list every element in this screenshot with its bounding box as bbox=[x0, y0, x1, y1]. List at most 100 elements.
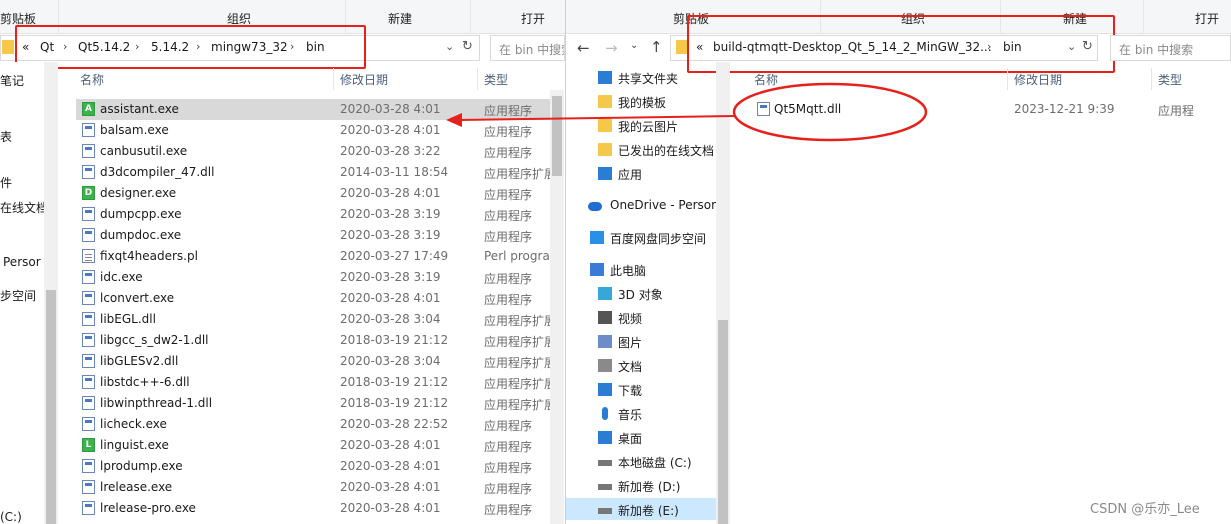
file-row[interactable]: canbusutil.exe 2020-03-28 3:22 应用程序 bbox=[76, 141, 550, 162]
annotation-ellipse bbox=[732, 82, 928, 142]
file-row[interactable]: libwinpthread-1.dll 2018-03-19 21:12 应用程序扩… bbox=[76, 393, 550, 414]
ribbon-divider bbox=[470, 0, 471, 34]
exe-file-icon bbox=[82, 123, 95, 137]
column-header-date[interactable]: 修改日期 bbox=[340, 71, 388, 88]
file-type: 应用程序扩展 bbox=[484, 398, 550, 412]
file-row[interactable]: libGLESv2.dll 2020-03-28 3:04 应用程序扩展 bbox=[76, 351, 550, 372]
nav-item[interactable]: 应用 bbox=[618, 166, 642, 183]
exe-file-icon bbox=[82, 459, 95, 473]
left-ribbon-new[interactable]: 新建 bbox=[388, 10, 412, 27]
nav-item[interactable]: OneDrive - Persor bbox=[610, 198, 716, 212]
nav-item[interactable]: 3D 对象 bbox=[618, 286, 663, 303]
recent-dropdown-icon[interactable]: ⌄ bbox=[630, 40, 638, 51]
forward-arrow-icon[interactable]: → bbox=[605, 39, 618, 57]
file-date: 2020-03-28 3:22 bbox=[340, 144, 441, 158]
scrollbar-thumb[interactable] bbox=[46, 290, 56, 524]
nav-item[interactable]: 新加卷 (D:) bbox=[618, 478, 680, 495]
nav-item[interactable]: 文档 bbox=[618, 358, 642, 375]
cube-icon bbox=[598, 287, 612, 300]
up-arrow-icon[interactable]: ↑ bbox=[650, 38, 663, 56]
nav-item[interactable]: 件 bbox=[0, 174, 12, 191]
file-name: canbusutil.exe bbox=[100, 144, 188, 158]
file-type: 应用程序 bbox=[484, 419, 533, 433]
nav-item[interactable]: 视频 bbox=[618, 310, 642, 327]
file-date: 2014-03-11 18:54 bbox=[340, 165, 449, 179]
nav-item[interactable]: 本地磁盘 (C:) bbox=[618, 454, 692, 471]
exe-file-icon bbox=[82, 270, 95, 284]
file-date: 2020-03-28 3:19 bbox=[340, 207, 441, 221]
nav-item[interactable]: 已发出的在线文档 bbox=[618, 142, 714, 159]
left-search-input[interactable]: 在 bin 中搜索 bbox=[490, 35, 565, 61]
file-name: libEGL.dll bbox=[100, 312, 156, 326]
qt-app-icon: A bbox=[82, 102, 95, 116]
exe-file-icon bbox=[82, 417, 95, 431]
file-row[interactable]: dumpdoc.exe 2020-03-28 3:19 应用程序 bbox=[76, 225, 550, 246]
back-arrow-icon[interactable]: ← bbox=[577, 39, 590, 57]
file-row[interactable]: Llinguist.exe 2020-03-28 4:01 应用程序 bbox=[76, 435, 550, 456]
column-divider[interactable] bbox=[1007, 68, 1008, 90]
nav-item[interactable]: 新加卷 (E:) bbox=[618, 502, 679, 519]
column-header-date[interactable]: 修改日期 bbox=[1014, 71, 1062, 88]
file-name: assistant.exe bbox=[100, 102, 179, 116]
file-row[interactable]: idc.exe 2020-03-28 3:19 应用程序 bbox=[76, 267, 550, 288]
nav-item[interactable]: 此电脑 bbox=[610, 262, 646, 279]
nav-item[interactable]: 桌面 bbox=[618, 430, 642, 447]
window-divider bbox=[565, 0, 566, 524]
drive-icon bbox=[598, 460, 612, 466]
nav-item[interactable]: 笔记 bbox=[0, 72, 24, 89]
file-row[interactable]: licheck.exe 2020-03-28 22:52 应用程序 bbox=[76, 414, 550, 435]
file-row[interactable]: dumpcpp.exe 2020-03-28 3:19 应用程序 bbox=[76, 204, 550, 225]
column-header-type[interactable]: 类型 bbox=[1158, 71, 1182, 88]
file-type: 应用程序扩展 bbox=[484, 167, 550, 181]
file-type: 应用程序 bbox=[484, 482, 533, 496]
nav-item[interactable]: 表 bbox=[0, 128, 12, 145]
scrollbar-thumb[interactable] bbox=[718, 320, 728, 524]
file-date: 2020-03-28 4:01 bbox=[340, 186, 441, 200]
nav-item[interactable]: 在线文档 bbox=[0, 199, 48, 216]
file-row[interactable]: lprodump.exe 2020-03-28 4:01 应用程序 bbox=[76, 456, 550, 477]
file-type: 应用程序 bbox=[484, 146, 533, 160]
file-name: idc.exe bbox=[100, 270, 143, 284]
script-file-icon bbox=[82, 249, 95, 263]
dropdown-icon[interactable]: ⌄ bbox=[445, 40, 454, 53]
right-search-input[interactable]: 在 bin 中搜索 bbox=[1110, 35, 1231, 61]
file-row[interactable]: d3dcompiler_47.dll 2014-03-11 18:54 应用程序扩展 bbox=[76, 162, 550, 183]
file-row[interactable]: libEGL.dll 2020-03-28 3:04 应用程序扩展 bbox=[76, 309, 550, 330]
desktop-icon bbox=[598, 431, 612, 444]
nav-item[interactable]: 百度网盘同步空间 bbox=[610, 230, 706, 247]
nav-item[interactable]: 共享文件夹 bbox=[618, 70, 678, 87]
file-date: 2020-03-28 4:01 bbox=[340, 291, 441, 305]
column-header-name[interactable]: 名称 bbox=[80, 71, 104, 88]
refresh-icon[interactable]: ↻ bbox=[462, 39, 473, 54]
file-name: designer.exe bbox=[100, 186, 177, 200]
file-row[interactable]: lrelease-pro.exe 2020-03-28 4:01 应用程序 bbox=[76, 498, 550, 519]
nav-item[interactable]: 图片 bbox=[618, 334, 642, 351]
video-icon bbox=[598, 311, 612, 324]
column-divider[interactable] bbox=[477, 68, 478, 90]
file-date: 2018-03-19 21:12 bbox=[340, 375, 449, 389]
file-row[interactable]: lconvert.exe 2020-03-28 4:01 应用程序 bbox=[76, 288, 550, 309]
nav-item[interactable]: Persor bbox=[3, 255, 41, 269]
dll-file-icon bbox=[82, 312, 95, 326]
nav-item[interactable]: 步空间 bbox=[0, 287, 36, 304]
file-name: dumpdoc.exe bbox=[100, 228, 182, 242]
nav-item[interactable]: 下载 bbox=[618, 382, 642, 399]
column-divider[interactable] bbox=[1151, 68, 1152, 90]
file-name: libwinpthread-1.dll bbox=[100, 396, 213, 410]
file-row[interactable]: fixqt4headers.pl 2020-03-27 17:49 Perl pro… bbox=[76, 246, 550, 267]
drive-icon bbox=[598, 484, 612, 490]
file-type: 应用程序扩展 bbox=[484, 356, 550, 370]
right-ribbon-open[interactable]: 打开 bbox=[1195, 10, 1219, 27]
file-type: 应用程序 bbox=[484, 293, 533, 307]
nav-item[interactable]: 音乐 bbox=[618, 406, 642, 423]
left-ribbon-open[interactable]: 打开 bbox=[521, 10, 545, 27]
file-row[interactable]: lrelease.exe 2020-03-28 4:01 应用程序 bbox=[76, 477, 550, 498]
pc-icon bbox=[590, 263, 604, 276]
file-date: 2020-03-28 3:19 bbox=[340, 228, 441, 242]
file-row[interactable]: Ddesigner.exe 2020-03-28 4:01 应用程序 bbox=[76, 183, 550, 204]
file-row[interactable]: libstdc++-6.dll 2018-03-19 21:12 应用程序扩展 bbox=[76, 372, 550, 393]
column-header-type[interactable]: 类型 bbox=[484, 71, 508, 88]
nav-item[interactable]: (C:) bbox=[0, 510, 22, 524]
file-row[interactable]: libgcc_s_dw2-1.dll 2018-03-19 21:12 应用程序扩展 bbox=[76, 330, 550, 351]
column-divider[interactable] bbox=[333, 68, 334, 90]
